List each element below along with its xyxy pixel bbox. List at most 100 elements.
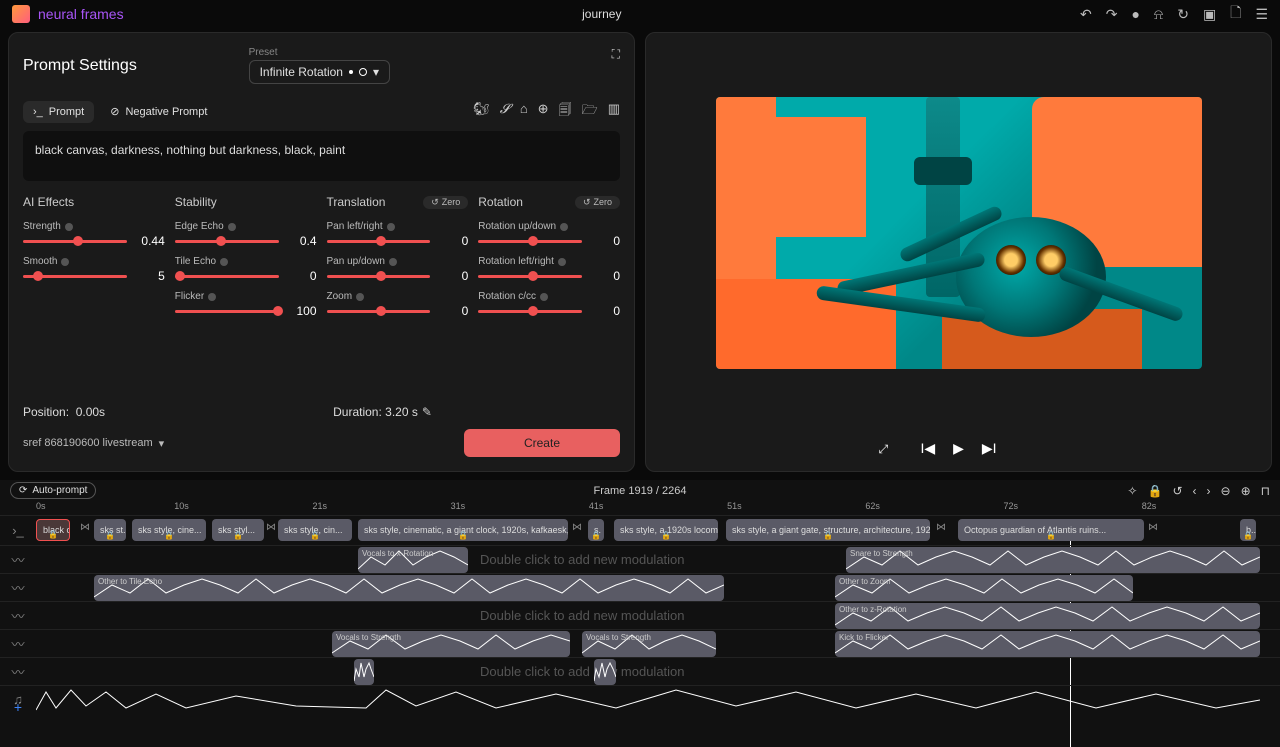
- modulation-clip[interactable]: Other to Tile Echo: [94, 575, 724, 601]
- label-rot-lr: Rotation left/right: [478, 256, 554, 267]
- add-modulation-hint-2[interactable]: Double click to add new modulation: [480, 608, 685, 623]
- col-translation: Translation: [327, 195, 386, 209]
- palette-icon[interactable]: ⊕: [538, 101, 549, 123]
- shuffle-icon[interactable]: ⋈: [934, 522, 948, 538]
- modulation-clip[interactable]: Other to z-Rotation: [835, 603, 1260, 629]
- frame-counter: Frame 1919 / 2264: [594, 485, 687, 497]
- home-icon[interactable]: ⌂: [520, 101, 528, 123]
- bell-icon[interactable]: ⍾: [1154, 6, 1163, 23]
- timeline-clip[interactable]: sks style, a 1920s locomoti...🔒: [614, 519, 718, 541]
- label-smooth: Smooth: [23, 256, 57, 267]
- slider-flicker[interactable]: [175, 310, 279, 313]
- tab-prompt[interactable]: ›_ Prompt: [23, 101, 94, 123]
- zero-translation[interactable]: ↺ Zero: [423, 196, 468, 209]
- zoom-out-icon[interactable]: ⊖: [1221, 484, 1231, 498]
- label-rot-ud: Rotation up/down: [478, 221, 556, 232]
- loop-icon[interactable]: ↺: [1172, 484, 1182, 498]
- timeline-clip[interactable]: sks style, cine...🔒: [132, 519, 206, 541]
- slider-rot-ud[interactable]: [478, 240, 582, 243]
- preset-select[interactable]: Infinite Rotation ▾: [249, 60, 390, 84]
- modulation-clip[interactable]: [594, 659, 616, 685]
- next-frame-icon[interactable]: ▶I: [982, 440, 997, 457]
- duration-value: 3.20 s: [385, 405, 418, 419]
- label-edge-echo: Edge Echo: [175, 221, 224, 232]
- modulation-clip[interactable]: Kick to Flicker: [835, 631, 1260, 657]
- prev-frame-icon[interactable]: I◀: [920, 440, 935, 457]
- slider-rot-lr[interactable]: [478, 275, 582, 278]
- redo-icon[interactable]: ↷: [1106, 6, 1118, 23]
- wave-track-icon-2[interactable]: 〰: [0, 578, 36, 597]
- lock-icon[interactable]: 🔒: [1147, 484, 1162, 498]
- shuffle-icon[interactable]: ⋈: [570, 522, 584, 538]
- menu-icon[interactable]: ☰: [1255, 6, 1268, 23]
- stack-icon[interactable]: ▥: [608, 101, 620, 123]
- label-flicker: Flicker: [175, 291, 204, 302]
- timeline-clip[interactable]: sks styl...🔒: [212, 519, 264, 541]
- timeline-clip[interactable]: sks style, cinematic, a giant clock, 192…: [358, 519, 568, 541]
- add-track-icon[interactable]: +: [0, 699, 36, 715]
- position-value: 0.00s: [76, 405, 105, 419]
- add-modulation-hint-3[interactable]: Double click to add new modulation: [480, 664, 685, 679]
- modulation-clip[interactable]: Vocals to Strength: [332, 631, 570, 657]
- timeline-clip[interactable]: s.🔒: [588, 519, 604, 541]
- project-selector[interactable]: sref 868190600 livestream ▾: [23, 437, 164, 450]
- add-modulation-hint[interactable]: Double click to add new modulation: [480, 552, 685, 567]
- timeline-clip[interactable]: sks st...🔒: [94, 519, 126, 541]
- save-icon[interactable]: ▣: [1203, 6, 1216, 23]
- label-zoom: Zoom: [327, 291, 353, 302]
- slider-pan-lr[interactable]: [327, 240, 431, 243]
- autoprompt-button[interactable]: ⟳ Auto-prompt: [10, 482, 96, 499]
- prompt-track-icon[interactable]: ›_: [0, 523, 36, 538]
- label-rot-cc: Rotation c/cc: [478, 291, 536, 302]
- refresh-icon[interactable]: ↻: [1177, 6, 1189, 23]
- tab-negative-prompt[interactable]: ⊘ Negative Prompt: [100, 100, 217, 123]
- modulation-clip[interactable]: Other to Zoom: [835, 575, 1133, 601]
- squirrel-icon[interactable]: 🐿: [473, 101, 490, 123]
- wave-track-icon-3[interactable]: 〰: [0, 606, 36, 625]
- timeline-clip[interactable]: sks style, cin...🔒: [278, 519, 352, 541]
- modulation-clip[interactable]: Vocals to x-Rotation: [358, 547, 468, 573]
- fit-icon[interactable]: ⊓: [1261, 484, 1270, 498]
- slider-tile-echo[interactable]: [175, 275, 279, 278]
- zero-rotation[interactable]: ↺ Zero: [575, 196, 620, 209]
- shuffle-icon[interactable]: ⋈: [78, 522, 92, 538]
- slider-edge-echo[interactable]: [175, 240, 279, 243]
- slider-smooth[interactable]: [23, 275, 127, 278]
- preset-label: Preset: [249, 47, 390, 58]
- record-icon[interactable]: ●: [1131, 6, 1139, 22]
- zoom-in-icon[interactable]: ⊕: [1241, 484, 1251, 498]
- play-icon[interactable]: ▶: [953, 440, 964, 457]
- timeline-clip[interactable]: sks style, a giant gate, structure, arch…: [726, 519, 930, 541]
- edit-duration-icon[interactable]: ✎: [422, 405, 432, 419]
- document-icon[interactable]: 🗋: [1230, 2, 1241, 26]
- prompt-textarea[interactable]: black canvas, darkness, nothing but dark…: [23, 131, 620, 181]
- shuffle-icon[interactable]: ⋈: [264, 522, 278, 538]
- arrow-left-icon[interactable]: ‹: [1193, 484, 1197, 498]
- modulation-clip[interactable]: Snare to Strength: [846, 547, 1260, 573]
- timeline-clip[interactable]: black ca...🔒: [36, 519, 70, 541]
- slider-zoom[interactable]: [327, 310, 431, 313]
- fullscreen-icon[interactable]: ⤢: [879, 442, 889, 457]
- slider-pan-ud[interactable]: [327, 275, 431, 278]
- duration-label: Duration:: [333, 405, 382, 419]
- wave-track-icon-1[interactable]: 〰: [0, 550, 36, 569]
- negative-icon: ⊘: [110, 105, 119, 118]
- create-button[interactable]: Create: [464, 429, 620, 457]
- folder-icon[interactable]: 🗁: [582, 101, 598, 123]
- wave-track-icon-4[interactable]: 〰: [0, 634, 36, 653]
- modulation-clip[interactable]: [354, 659, 374, 685]
- timeline-clip[interactable]: b...🔒: [1240, 519, 1256, 541]
- slider-rot-cc[interactable]: [478, 310, 582, 313]
- timeline-ruler[interactable]: 0s10s21s 31s41s51s 62s72s82s: [0, 501, 1280, 515]
- modulation-clip[interactable]: Vocals to Strength: [582, 631, 716, 657]
- wave-track-icon-5[interactable]: 〰: [0, 662, 36, 681]
- script-icon[interactable]: 𝓢: [500, 101, 510, 123]
- clipboard-icon[interactable]: 🗐: [559, 101, 572, 123]
- arrow-right-icon[interactable]: ›: [1207, 484, 1211, 498]
- undo-icon[interactable]: ↶: [1080, 6, 1092, 23]
- magic-icon[interactable]: ✧: [1127, 484, 1137, 498]
- shuffle-icon[interactable]: ⋈: [1146, 522, 1160, 538]
- timeline-clip[interactable]: Octopus guardian of Atlantis ruins...🔒: [958, 519, 1144, 541]
- slider-strength[interactable]: [23, 240, 127, 243]
- expand-panel-icon[interactable]: ⛶: [612, 47, 620, 62]
